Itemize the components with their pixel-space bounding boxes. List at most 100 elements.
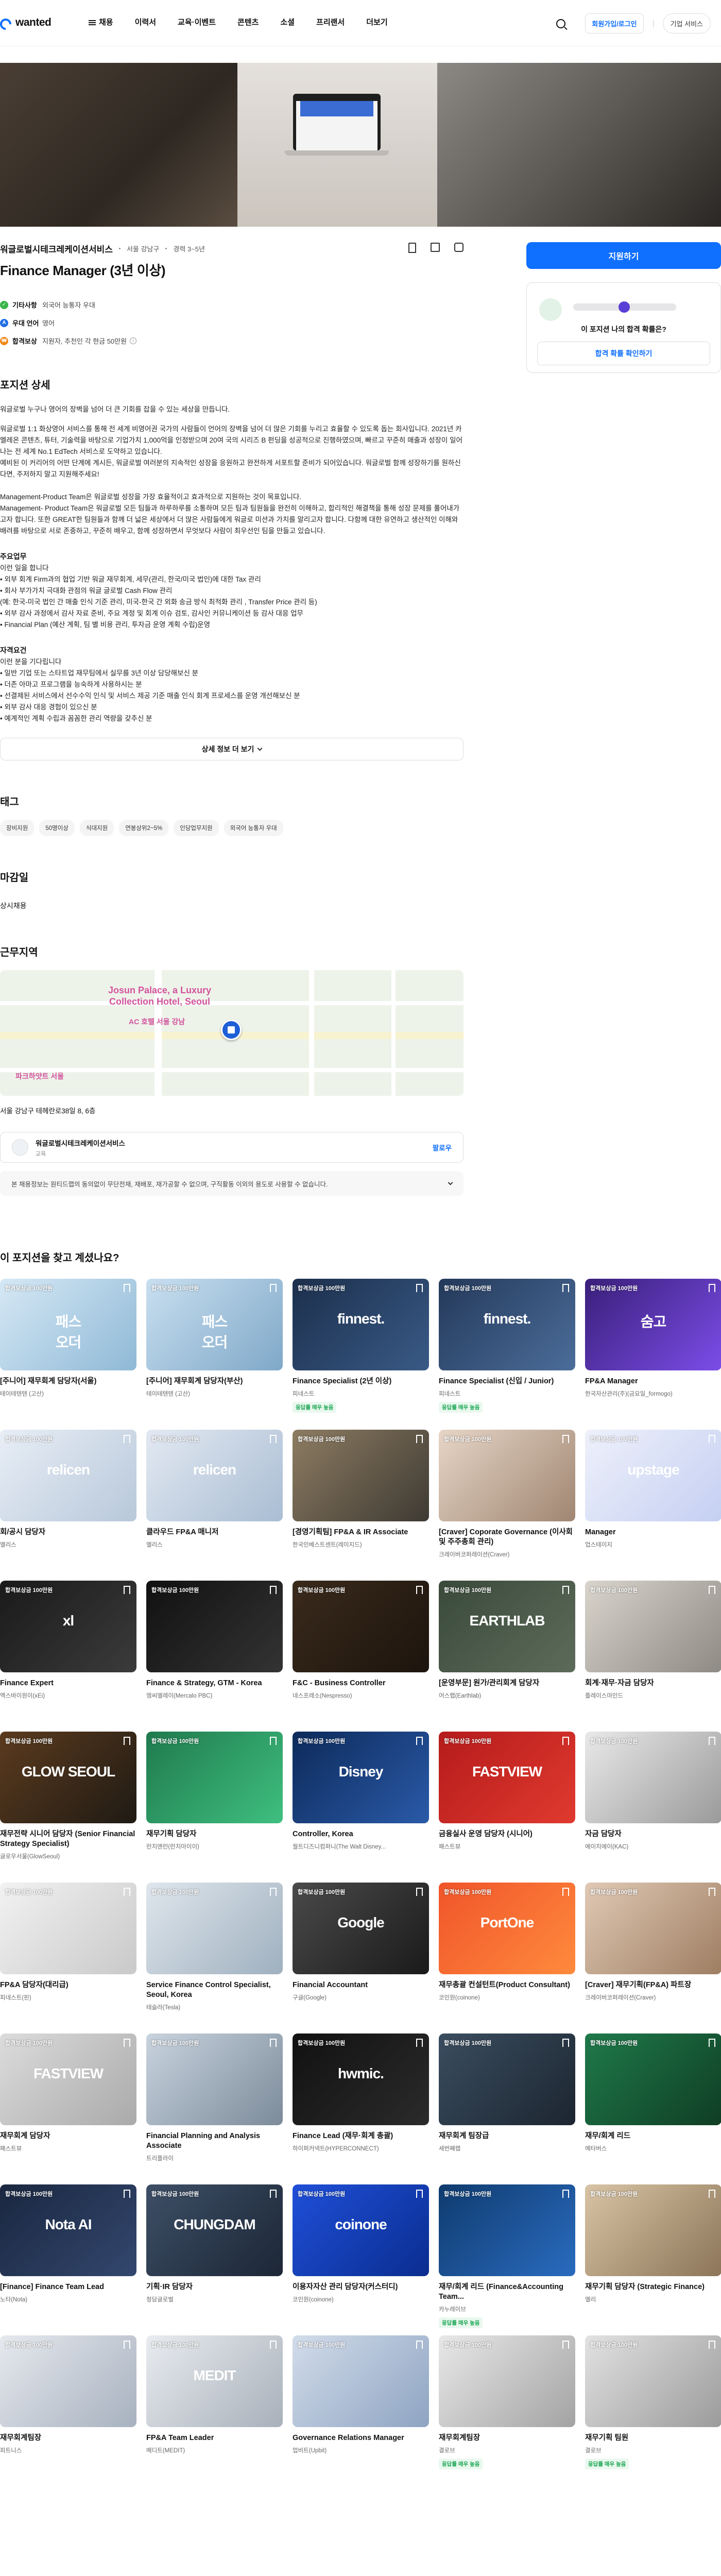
bookmark-icon[interactable] bbox=[270, 2039, 277, 2047]
job-card[interactable]: 합격보상금 100만원 자금 담당자 에이치에이(KAC) bbox=[585, 1732, 721, 1883]
apply-button[interactable]: 지원하기 bbox=[526, 242, 721, 269]
hero-image-3[interactable] bbox=[437, 63, 721, 227]
job-card[interactable]: 합격보상금 100만원 Financial Planning and Analys… bbox=[146, 2033, 283, 2184]
job-card[interactable]: 합격보상금 100만원 finnest. Finance Specialist (신… bbox=[439, 1279, 575, 1430]
bookmark-icon[interactable] bbox=[416, 1888, 423, 1896]
bookmark-icon[interactable] bbox=[709, 1284, 715, 1292]
job-card[interactable]: 합격보상금 100만원 FASTVIEW 재무회계 담당자 패스트뷰 bbox=[0, 2033, 136, 2184]
job-card[interactable]: 합격보상금 100만원 relicen 회/공시 담당자 엘리스 bbox=[0, 1430, 136, 1581]
bookmark-icon[interactable] bbox=[270, 1435, 277, 1443]
job-card[interactable]: 합격보상금 100만원 재무기획 담당자 런치앤런(런치아이이) bbox=[146, 1732, 283, 1883]
nav-social[interactable]: 소셜 bbox=[280, 16, 295, 27]
job-card[interactable]: 합격보상금 100만원 CHUNGDAM 기획·IR 담당자 청담글로벌 bbox=[146, 2184, 283, 2335]
bookmark-icon[interactable] bbox=[124, 1888, 130, 1896]
company-name[interactable]: 워글로벌시테크레케이션서비스 bbox=[0, 242, 113, 255]
business-service-button[interactable]: 기업 서비스 bbox=[662, 13, 711, 33]
nav-more[interactable]: 더보기 bbox=[366, 16, 387, 27]
nav-resume[interactable]: 이력서 bbox=[135, 16, 156, 27]
job-card[interactable]: 합격보상금 100만원 재무회계팀장 피트니스 bbox=[0, 2335, 136, 2486]
tag-chip[interactable]: 식대지원 bbox=[79, 820, 114, 836]
bookmark-icon[interactable] bbox=[270, 2341, 277, 2349]
job-card[interactable]: 합격보상금 100만원 xl Finance Expert 엑스바이원이(xEi) bbox=[0, 1581, 136, 1732]
location-map[interactable]: Josun Palace, a Luxury Collection Hotel,… bbox=[0, 970, 464, 1096]
copyright-notice[interactable]: 본 채용정보는 원티드랩의 동의없이 무단전재, 재배포, 재가공할 수 없으며… bbox=[0, 1171, 464, 1196]
job-card[interactable]: 합격보상금 100만원 coinone 이용자자산 관리 담당자(커스터디) 코인원(… bbox=[293, 2184, 429, 2335]
job-card[interactable]: 합격보상금 100만원 회계·재무·자금 담당자 플레이스마인드 bbox=[585, 1581, 721, 1732]
show-more-button[interactable]: 상세 정보 더 보기 bbox=[0, 738, 464, 760]
bookmark-icon[interactable] bbox=[416, 1586, 423, 1594]
job-card[interactable]: 합격보상금 100만원 Disney Controller, Korea 월트디즈니컴… bbox=[293, 1732, 429, 1883]
job-card[interactable]: 합격보상금 100만원 relicen 클라우드 FP&A 매니저 엘리스 bbox=[146, 1430, 283, 1581]
tag-chip[interactable]: 장비지원 bbox=[0, 820, 35, 836]
hero-image-2[interactable] bbox=[237, 63, 437, 227]
job-card[interactable]: 합격보상금 100만원 EARTHLAB [운영부문] 원가/관리회계 담당자 어스랩… bbox=[439, 1581, 575, 1732]
login-button[interactable]: 회원가입/로그인 bbox=[585, 13, 644, 33]
bookmark-icon[interactable] bbox=[562, 2039, 569, 2047]
report-icon[interactable] bbox=[431, 243, 440, 252]
job-card[interactable]: 합격보상금 100만원 MEDIT FP&A Team Leader 메디트(MEDI… bbox=[146, 2335, 283, 2486]
job-card[interactable]: 합격보상금 100만원 [Craver] 재무기획(FP&A) 파트장 크레이버코퍼… bbox=[585, 1883, 721, 2033]
bookmark-icon[interactable] bbox=[562, 1586, 569, 1594]
job-card[interactable]: 합격보상금 100만원 upstage Manager 업스테이지 bbox=[585, 1430, 721, 1581]
follow-button[interactable]: 팔로우 bbox=[433, 1142, 452, 1153]
bookmark-icon[interactable] bbox=[416, 2190, 423, 2198]
job-card[interactable]: 합격보상금 100만원 Finance & Strategy, GTM - Kor… bbox=[146, 1581, 283, 1732]
bookmark-icon[interactable] bbox=[562, 1737, 569, 1745]
job-card[interactable]: 합격보상금 100만원 Google Financial Accountant 구글(… bbox=[293, 1883, 429, 2033]
bookmark-icon[interactable] bbox=[709, 2190, 715, 2198]
bookmark-icon[interactable] bbox=[709, 2039, 715, 2047]
bookmark-icon[interactable] bbox=[562, 1435, 569, 1443]
bookmark-icon[interactable] bbox=[416, 2039, 423, 2047]
job-card[interactable]: 합격보상금 100만원 Nota AI [Finance] Finance Team… bbox=[0, 2184, 136, 2335]
bookmark-icon[interactable] bbox=[562, 1284, 569, 1292]
job-card[interactable]: 합격보상금 100만원 [경영기획팀] FP&A & IR Associate 한국… bbox=[293, 1430, 429, 1581]
bookmark-icon[interactable] bbox=[416, 1737, 423, 1745]
tag-chip[interactable]: 외국어 능통자 우대 bbox=[224, 820, 283, 836]
bookmark-icon[interactable] bbox=[124, 2190, 130, 2198]
bookmark-icon[interactable] bbox=[270, 1284, 277, 1292]
job-card[interactable]: 합격보상금 100만원 finnest. Finance Specialist (2… bbox=[293, 1279, 429, 1430]
tag-chip[interactable]: 인당업무지원 bbox=[174, 820, 219, 836]
bookmark-icon[interactable] bbox=[562, 2341, 569, 2349]
job-card[interactable]: 합격보상금 100만원 hwmic. Finance Lead (재무·회계 총괄)… bbox=[293, 2033, 429, 2184]
job-card[interactable]: 합격보상금 100만원 숨고 FP&A Manager 한국자산관리(주)(금요일_f… bbox=[585, 1279, 721, 1430]
job-card[interactable]: 합격보상금 100만원 Service Finance Control Speci… bbox=[146, 1883, 283, 2033]
bookmark-icon[interactable] bbox=[709, 1586, 715, 1594]
share-icon[interactable] bbox=[454, 243, 464, 252]
nav-freelancer[interactable]: 프리랜서 bbox=[316, 16, 345, 27]
nav-content[interactable]: 콘텐츠 bbox=[237, 16, 259, 27]
bookmark-icon[interactable] bbox=[270, 1737, 277, 1745]
bookmark-icon[interactable] bbox=[416, 2341, 423, 2349]
job-card[interactable]: 합격보상금 100만원 FP&A 담당자(대리급) 피네스트(핀) bbox=[0, 1883, 136, 2033]
bookmark-icon[interactable] bbox=[416, 1435, 423, 1443]
info-icon[interactable]: i bbox=[130, 337, 137, 344]
hero-image-1[interactable] bbox=[0, 63, 237, 227]
job-card[interactable]: 합격보상금 100만원 GLOW SEOUL 재무전략 시니어 담당자 (Senio… bbox=[0, 1732, 136, 1883]
bookmark-icon[interactable] bbox=[709, 1435, 715, 1443]
bookmark-icon[interactable] bbox=[124, 1435, 130, 1443]
job-card[interactable]: 합격보상금 100만원 F&C - Business Controller 네스프레… bbox=[293, 1581, 429, 1732]
bookmark-icon[interactable] bbox=[124, 2039, 130, 2047]
bookmark-icon[interactable] bbox=[709, 2341, 715, 2349]
bookmark-icon[interactable] bbox=[124, 1284, 130, 1292]
job-card[interactable]: 합격보상금 100만원 패스 오더 [주니어] 재무회계 담당자(부산) 테이테텐텐 … bbox=[146, 1279, 283, 1430]
job-card[interactable]: 합격보상금 100만원 재무기획 담당자 (Strategic Finance) 엘… bbox=[585, 2184, 721, 2335]
wanted-logo[interactable]: wanted bbox=[0, 16, 52, 29]
bookmark-icon[interactable] bbox=[416, 1284, 423, 1292]
bookmark-icon[interactable] bbox=[270, 1586, 277, 1594]
bookmark-icon[interactable] bbox=[124, 2341, 130, 2349]
bookmark-icon[interactable] bbox=[270, 1888, 277, 1896]
bookmark-icon[interactable] bbox=[709, 1737, 715, 1745]
job-card[interactable]: 합격보상금 100만원 재무회계팀장 결로브 응답률 매우 높음 bbox=[439, 2335, 575, 2486]
check-match-button[interactable]: 합격 확률 확인하기 bbox=[537, 342, 710, 365]
job-card[interactable]: 합격보상금 100만원 재무회계 팀장급 세번째랩 bbox=[439, 2033, 575, 2184]
company-card[interactable]: 워글로벌시테크레케이션서비스 교육 팔로우 bbox=[0, 1132, 464, 1163]
nav-jobs[interactable]: 채용 bbox=[89, 16, 113, 27]
bookmark-icon[interactable] bbox=[124, 1737, 130, 1745]
bookmark-icon[interactable] bbox=[562, 2190, 569, 2198]
job-card[interactable]: 합격보상금 100만원 FASTVIEW 금융실사 운영 담당자 (시니어) 패스트뷰 bbox=[439, 1732, 575, 1883]
job-card[interactable]: 합격보상금 100만원 패스 오더 [주니어] 재무회계 담당자(서울) 테이테텐텐 … bbox=[0, 1279, 136, 1430]
bookmark-icon[interactable] bbox=[408, 243, 416, 253]
job-card[interactable]: 합격보상금 100만원 PortOne 재무총괄 컨설턴트(Product Cons… bbox=[439, 1883, 575, 2033]
bookmark-icon[interactable] bbox=[270, 2190, 277, 2198]
